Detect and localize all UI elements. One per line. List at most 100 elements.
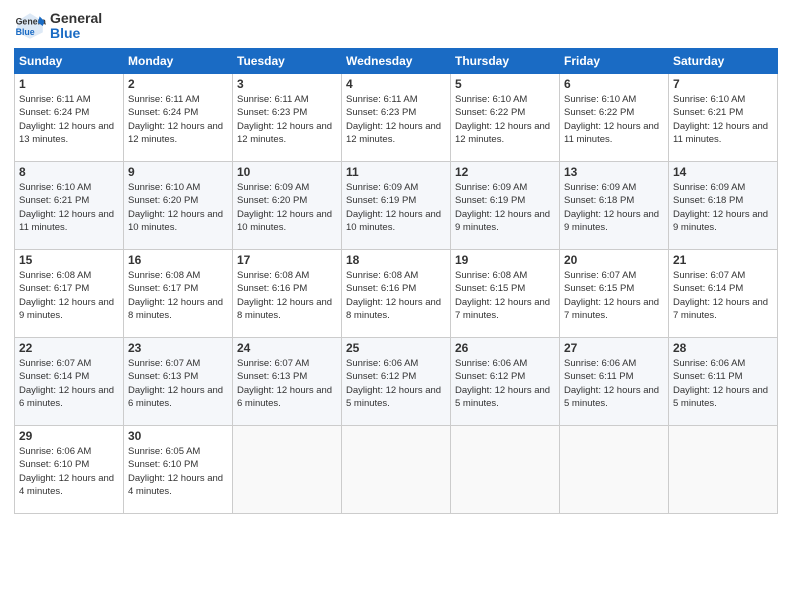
day-number: 26 <box>455 341 555 355</box>
day-number: 18 <box>346 253 446 267</box>
day-info: Sunrise: 6:06 AMSunset: 6:11 PMDaylight:… <box>673 357 773 410</box>
col-monday: Monday <box>124 49 233 74</box>
svg-text:Blue: Blue <box>16 27 35 37</box>
day-number: 5 <box>455 77 555 91</box>
day-info: Sunrise: 6:10 AMSunset: 6:21 PMDaylight:… <box>673 93 773 146</box>
table-row: 24 Sunrise: 6:07 AMSunset: 6:13 PMDayligh… <box>233 338 342 426</box>
day-number: 3 <box>237 77 337 91</box>
table-row: 1 Sunrise: 6:11 AMSunset: 6:24 PMDaylight… <box>15 74 124 162</box>
table-row: 12 Sunrise: 6:09 AMSunset: 6:19 PMDayligh… <box>451 162 560 250</box>
day-number: 24 <box>237 341 337 355</box>
day-info: Sunrise: 6:08 AMSunset: 6:16 PMDaylight:… <box>237 269 337 322</box>
day-info: Sunrise: 6:09 AMSunset: 6:18 PMDaylight:… <box>673 181 773 234</box>
logo-icon: General Blue <box>14 10 46 42</box>
table-row: 2 Sunrise: 6:11 AMSunset: 6:24 PMDaylight… <box>124 74 233 162</box>
day-info: Sunrise: 6:10 AMSunset: 6:22 PMDaylight:… <box>455 93 555 146</box>
table-row: 27 Sunrise: 6:06 AMSunset: 6:11 PMDayligh… <box>560 338 669 426</box>
day-number: 22 <box>19 341 119 355</box>
table-row: 14 Sunrise: 6:09 AMSunset: 6:18 PMDayligh… <box>669 162 778 250</box>
day-info: Sunrise: 6:08 AMSunset: 6:16 PMDaylight:… <box>346 269 446 322</box>
day-number: 12 <box>455 165 555 179</box>
table-row: 28 Sunrise: 6:06 AMSunset: 6:11 PMDayligh… <box>669 338 778 426</box>
day-number: 23 <box>128 341 228 355</box>
day-number: 30 <box>128 429 228 443</box>
table-row: 16Sunrise: 6:08 AMSunset: 6:17 PMDayligh… <box>124 250 233 338</box>
logo-text-blue: Blue <box>50 26 102 41</box>
table-row: 6 Sunrise: 6:10 AMSunset: 6:22 PMDaylight… <box>560 74 669 162</box>
table-row <box>342 426 451 514</box>
table-row: 8 Sunrise: 6:10 AMSunset: 6:21 PMDaylight… <box>15 162 124 250</box>
day-info: Sunrise: 6:10 AMSunset: 6:21 PMDaylight:… <box>19 181 119 234</box>
table-row: 15 Sunrise: 6:08 AMSunset: 6:17 PMDayligh… <box>15 250 124 338</box>
day-info: Sunrise: 6:10 AMSunset: 6:20 PMDaylight:… <box>128 181 228 234</box>
day-number: 15 <box>19 253 119 267</box>
day-info: Sunrise: 6:05 AMSunset: 6:10 PMDaylight:… <box>128 445 228 498</box>
day-info: Sunrise: 6:10 AMSunset: 6:22 PMDaylight:… <box>564 93 664 146</box>
day-info: Sunrise: 6:07 AMSunset: 6:13 PMDaylight:… <box>128 357 228 410</box>
table-row: 17Sunrise: 6:08 AMSunset: 6:16 PMDayligh… <box>233 250 342 338</box>
day-info: Sunrise: 6:07 AMSunset: 6:13 PMDaylight:… <box>237 357 337 410</box>
table-row: 3 Sunrise: 6:11 AMSunset: 6:23 PMDaylight… <box>233 74 342 162</box>
col-tuesday: Tuesday <box>233 49 342 74</box>
day-number: 29 <box>19 429 119 443</box>
table-row: 10Sunrise: 6:09 AMSunset: 6:20 PMDayligh… <box>233 162 342 250</box>
table-row <box>451 426 560 514</box>
page: General Blue General Blue Sunday Monday … <box>0 0 792 612</box>
col-saturday: Saturday <box>669 49 778 74</box>
day-info: Sunrise: 6:07 AMSunset: 6:15 PMDaylight:… <box>564 269 664 322</box>
table-row: 20 Sunrise: 6:07 AMSunset: 6:15 PMDayligh… <box>560 250 669 338</box>
logo-text-general: General <box>50 11 102 26</box>
day-info: Sunrise: 6:06 AMSunset: 6:12 PMDaylight:… <box>455 357 555 410</box>
day-number: 10 <box>237 165 337 179</box>
day-number: 9 <box>128 165 228 179</box>
day-info: Sunrise: 6:08 AMSunset: 6:15 PMDaylight:… <box>455 269 555 322</box>
day-number: 6 <box>564 77 664 91</box>
table-row: 7 Sunrise: 6:10 AMSunset: 6:21 PMDaylight… <box>669 74 778 162</box>
day-info: Sunrise: 6:06 AMSunset: 6:11 PMDaylight:… <box>564 357 664 410</box>
day-number: 8 <box>19 165 119 179</box>
col-friday: Friday <box>560 49 669 74</box>
day-number: 14 <box>673 165 773 179</box>
day-number: 25 <box>346 341 446 355</box>
table-row: 19 Sunrise: 6:08 AMSunset: 6:15 PMDayligh… <box>451 250 560 338</box>
table-row <box>233 426 342 514</box>
table-row: 11 Sunrise: 6:09 AMSunset: 6:19 PMDayligh… <box>342 162 451 250</box>
day-number: 1 <box>19 77 119 91</box>
table-row: 18 Sunrise: 6:08 AMSunset: 6:16 PMDayligh… <box>342 250 451 338</box>
day-info: Sunrise: 6:11 AMSunset: 6:23 PMDaylight:… <box>237 93 337 146</box>
day-number: 28 <box>673 341 773 355</box>
day-info: Sunrise: 6:07 AMSunset: 6:14 PMDaylight:… <box>19 357 119 410</box>
logo: General Blue General Blue <box>14 10 102 42</box>
day-info: Sunrise: 6:09 AMSunset: 6:18 PMDaylight:… <box>564 181 664 234</box>
table-row: 4 Sunrise: 6:11 AMSunset: 6:23 PMDaylight… <box>342 74 451 162</box>
day-info: Sunrise: 6:11 AMSunset: 6:23 PMDaylight:… <box>346 93 446 146</box>
table-row: 9 Sunrise: 6:10 AMSunset: 6:20 PMDaylight… <box>124 162 233 250</box>
day-number: 21 <box>673 253 773 267</box>
day-number: 4 <box>346 77 446 91</box>
day-number: 20 <box>564 253 664 267</box>
day-number: 2 <box>128 77 228 91</box>
table-row: 5 Sunrise: 6:10 AMSunset: 6:22 PMDaylight… <box>451 74 560 162</box>
table-row: 13Sunrise: 6:09 AMSunset: 6:18 PMDayligh… <box>560 162 669 250</box>
table-row: 22 Sunrise: 6:07 AMSunset: 6:14 PMDayligh… <box>15 338 124 426</box>
table-row: 25Sunrise: 6:06 AMSunset: 6:12 PMDayligh… <box>342 338 451 426</box>
day-info: Sunrise: 6:08 AMSunset: 6:17 PMDaylight:… <box>128 269 228 322</box>
day-info: Sunrise: 6:11 AMSunset: 6:24 PMDaylight:… <box>19 93 119 146</box>
table-row: 29Sunrise: 6:06 AMSunset: 6:10 PMDayligh… <box>15 426 124 514</box>
day-number: 7 <box>673 77 773 91</box>
table-row <box>669 426 778 514</box>
day-number: 27 <box>564 341 664 355</box>
day-info: Sunrise: 6:11 AMSunset: 6:24 PMDaylight:… <box>128 93 228 146</box>
table-row: 26 Sunrise: 6:06 AMSunset: 6:12 PMDayligh… <box>451 338 560 426</box>
day-info: Sunrise: 6:09 AMSunset: 6:19 PMDaylight:… <box>455 181 555 234</box>
calendar: Sunday Monday Tuesday Wednesday Thursday… <box>14 48 778 514</box>
day-info: Sunrise: 6:08 AMSunset: 6:17 PMDaylight:… <box>19 269 119 322</box>
table-row: 21Sunrise: 6:07 AMSunset: 6:14 PMDayligh… <box>669 250 778 338</box>
col-thursday: Thursday <box>451 49 560 74</box>
header-row: Sunday Monday Tuesday Wednesday Thursday… <box>15 49 778 74</box>
day-info: Sunrise: 6:09 AMSunset: 6:19 PMDaylight:… <box>346 181 446 234</box>
day-number: 11 <box>346 165 446 179</box>
col-wednesday: Wednesday <box>342 49 451 74</box>
table-row: 30 Sunrise: 6:05 AMSunset: 6:10 PMDayligh… <box>124 426 233 514</box>
day-number: 19 <box>455 253 555 267</box>
